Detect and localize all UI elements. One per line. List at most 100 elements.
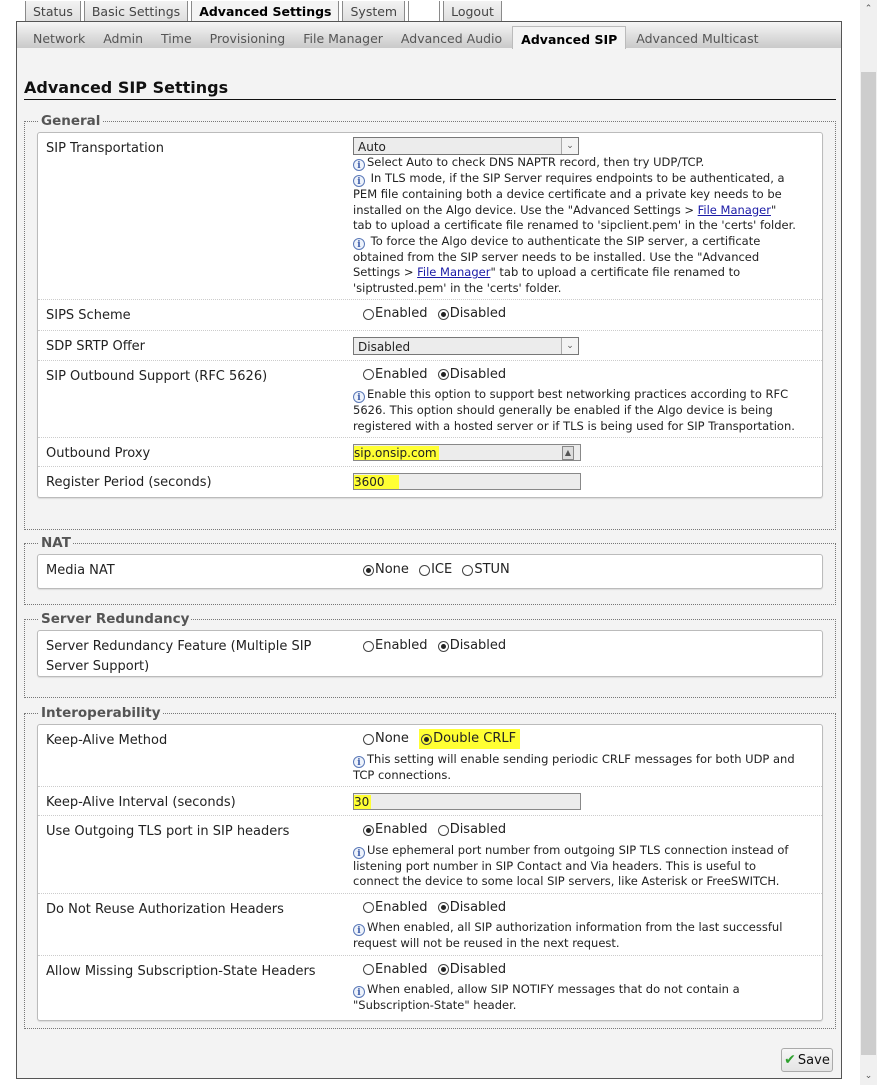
radio-label: Enabled <box>375 822 428 837</box>
missing-sub-state-disabled-radio[interactable]: Disabled <box>437 960 507 980</box>
nat-stun-radio[interactable]: STUN <box>462 560 510 580</box>
row-media-nat: Media NAT None ICE STUN <box>38 555 822 588</box>
redundancy-label: Server Redundancy Feature (Multiple SIP … <box>46 639 312 674</box>
general-section: General SIP Transportation Auto ⌄ i Select… <box>24 113 836 530</box>
info-icon: i <box>353 175 365 187</box>
register-period-label: Register Period (seconds) <box>46 475 212 490</box>
radio-checked-icon <box>437 308 449 320</box>
tab-advanced-settings[interactable]: Advanced Settings <box>191 1 340 23</box>
radio-icon <box>363 308 374 320</box>
subtab-advanced-sip[interactable]: Advanced SIP <box>512 26 627 49</box>
tab-system[interactable]: System <box>342 1 406 21</box>
tab-status[interactable]: Status <box>25 1 81 21</box>
tab-basic-settings[interactable]: Basic Settings <box>83 1 189 21</box>
row-keepalive-interval: Keep-Alive Interval (seconds) 30 <box>38 787 822 816</box>
page-title: Advanced SIP Settings <box>24 78 836 100</box>
subtab-provisioning[interactable]: Provisioning <box>202 22 294 48</box>
outbound-enabled-radio[interactable]: Enabled <box>363 365 428 385</box>
sdp-srtp-select[interactable]: Disabled ⌄ <box>353 336 579 355</box>
scroll-down-icon[interactable]: ⌄ <box>860 1071 877 1081</box>
tab-blank[interactable] <box>408 1 441 21</box>
nat-legend: NAT <box>39 535 73 551</box>
row-sip-transport: SIP Transportation Auto ⌄ i Select Auto to… <box>38 133 822 300</box>
general-legend: General <box>39 113 103 129</box>
autofill-icon[interactable]: ▲ <box>562 446 574 460</box>
tab-logout[interactable]: Logout <box>443 1 502 21</box>
sip-transport-label: SIP Transportation <box>46 141 164 156</box>
sub-nav: Network Admin Time Provisioning File Man… <box>17 22 841 49</box>
interop-section: Interoperability Keep-Alive Method None … <box>24 705 836 1029</box>
keepalive-none-radio[interactable]: None <box>363 729 409 749</box>
outgoing-tls-help: Use ephemeral port number from outgoing … <box>353 842 789 889</box>
radio-label: Double CRLF <box>433 731 517 746</box>
chevron-down-icon: ⌄ <box>561 337 578 354</box>
general-box: SIP Transportation Auto ⌄ i Select Auto to… <box>37 132 823 498</box>
subtab-advanced-audio[interactable]: Advanced Audio <box>393 22 510 48</box>
radio-label: Disabled <box>449 961 507 977</box>
info-icon: i <box>353 391 365 403</box>
keepalive-interval-value: 30 <box>354 795 372 809</box>
missing-sub-state-enabled-radio[interactable]: Enabled <box>363 960 428 980</box>
row-sdp-srtp: SDP SRTP Offer Disabled ⌄ <box>38 331 822 361</box>
radio-checked-icon <box>421 733 433 745</box>
radio-label: Enabled <box>375 306 428 321</box>
register-period-input[interactable]: 3600 <box>353 473 581 490</box>
info-icon: i <box>353 924 365 936</box>
subtab-advanced-multicast[interactable]: Advanced Multicast <box>628 22 766 48</box>
outbound-proxy-input[interactable]: sip.onsip.com ▲ <box>353 444 581 461</box>
scrollbar-thumb[interactable] <box>861 72 876 1055</box>
row-redundancy-feature: Server Redundancy Feature (Multiple SIP … <box>38 631 822 676</box>
sdp-srtp-value: Disabled <box>358 339 411 354</box>
radio-checked-icon <box>437 964 449 975</box>
keepalive-double-crlf-radio[interactable]: Double CRLF <box>419 729 521 749</box>
subtab-time[interactable]: Time <box>153 22 200 48</box>
row-keepalive-method: Keep-Alive Method None Double CRLF i This… <box>38 725 822 787</box>
scroll-up-icon[interactable]: ⌃ <box>860 4 877 14</box>
redundancy-enabled-radio[interactable]: Enabled <box>363 636 428 656</box>
outgoing-tls-disabled-radio[interactable]: Disabled <box>437 820 506 840</box>
info-icon: i <box>353 237 365 250</box>
vertical-scrollbar[interactable]: ⌃ ⌄ <box>860 0 877 1085</box>
row-sip-outbound: SIP Outbound Support (RFC 5626) Enabled … <box>38 361 822 438</box>
redundancy-legend: Server Redundancy <box>39 611 192 627</box>
missing-sub-state-label: Allow Missing Subscription-State Headers <box>46 963 316 979</box>
radio-label: Enabled <box>375 899 428 915</box>
nat-section: NAT Media NAT None ICE STUN <box>24 535 836 605</box>
radio-label: ICE <box>431 562 453 577</box>
outbound-proxy-value: sip.onsip.com <box>354 446 439 460</box>
radio-label: STUN <box>474 562 510 577</box>
row-no-reuse-auth: Do Not Reuse Authorization Headers Enabl… <box>38 894 822 956</box>
subtab-file-manager[interactable]: File Manager <box>295 22 391 48</box>
save-label: Save <box>797 1052 830 1068</box>
sip-transport-select[interactable]: Auto ⌄ <box>353 137 579 155</box>
file-manager-link[interactable]: File Manager <box>417 265 490 279</box>
save-button[interactable]: ✔ Save <box>781 1048 833 1072</box>
file-manager-link[interactable]: File Manager <box>698 203 771 217</box>
sip-transport-value: Auto <box>358 140 386 154</box>
top-nav: Status Basic Settings Advanced Settings … <box>25 0 505 23</box>
redundancy-disabled-radio[interactable]: Disabled <box>437 636 507 656</box>
radio-label: Disabled <box>449 638 507 653</box>
radio-checked-icon <box>437 902 449 913</box>
subtab-network[interactable]: Network <box>25 22 93 48</box>
radio-label: Disabled <box>449 306 507 321</box>
sips-scheme-label: SIPS Scheme <box>46 308 131 323</box>
row-register-period: Register Period (seconds) 3600 <box>38 467 822 497</box>
radio-icon <box>363 640 374 652</box>
no-reuse-auth-disabled-radio[interactable]: Disabled <box>437 898 506 918</box>
row-sips-scheme: SIPS Scheme Enabled Disabled <box>38 300 822 331</box>
radio-label: Enabled <box>375 366 428 382</box>
nat-ice-radio[interactable]: ICE <box>419 560 452 580</box>
outgoing-tls-enabled-radio[interactable]: Enabled <box>363 820 428 840</box>
outbound-disabled-radio[interactable]: Disabled <box>437 365 506 385</box>
subtab-admin[interactable]: Admin <box>95 22 151 48</box>
sips-enabled-radio[interactable]: Enabled <box>363 304 428 324</box>
outbound-proxy-label: Outbound Proxy <box>46 446 151 461</box>
radio-checked-icon <box>363 564 374 576</box>
keepalive-interval-input[interactable]: 30 <box>353 793 581 810</box>
checkmark-icon: ✔ <box>784 1052 796 1068</box>
no-reuse-auth-enabled-radio[interactable]: Enabled <box>363 898 428 918</box>
nat-none-radio[interactable]: None <box>363 560 409 580</box>
sips-disabled-radio[interactable]: Disabled <box>437 304 507 324</box>
radio-icon <box>363 369 374 380</box>
